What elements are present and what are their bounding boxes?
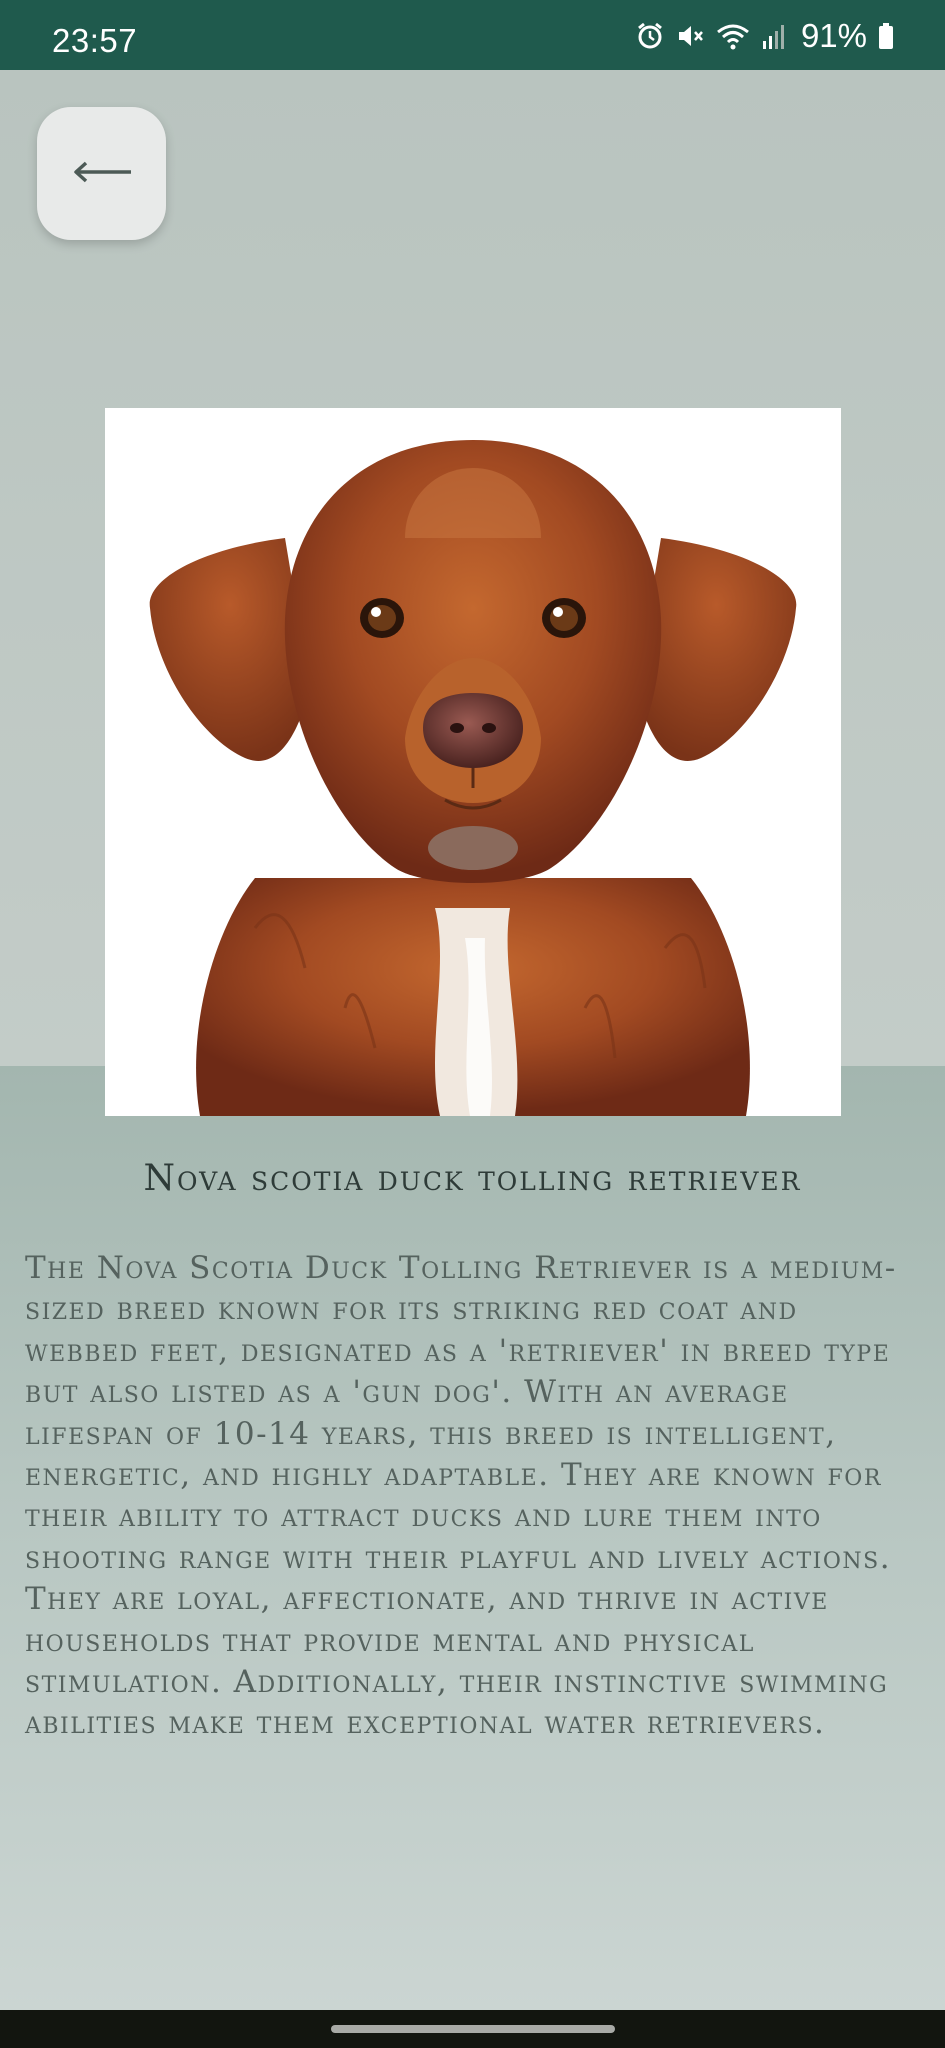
arrow-left-icon bbox=[71, 160, 133, 188]
status-icons: 91% bbox=[635, 17, 895, 54]
breed-description: The Nova Scotia Duck Tolling Retriever i… bbox=[25, 1250, 897, 1742]
dog-image bbox=[105, 408, 841, 1116]
navigation-bar bbox=[0, 2010, 945, 2048]
breed-title: Nova scotia duck tolling retriever bbox=[143, 1158, 802, 1199]
back-button[interactable] bbox=[37, 107, 166, 240]
battery-icon bbox=[877, 21, 895, 51]
status-bar: 23:57 91% bbox=[0, 0, 945, 70]
status-time: 23:57 bbox=[52, 22, 138, 59]
signal-icon bbox=[761, 21, 787, 51]
wifi-icon bbox=[715, 21, 751, 51]
battery-percent: 91% bbox=[800, 17, 867, 54]
home-indicator[interactable] bbox=[331, 2025, 615, 2033]
mute-icon bbox=[675, 21, 705, 51]
alarm-icon bbox=[635, 21, 665, 51]
